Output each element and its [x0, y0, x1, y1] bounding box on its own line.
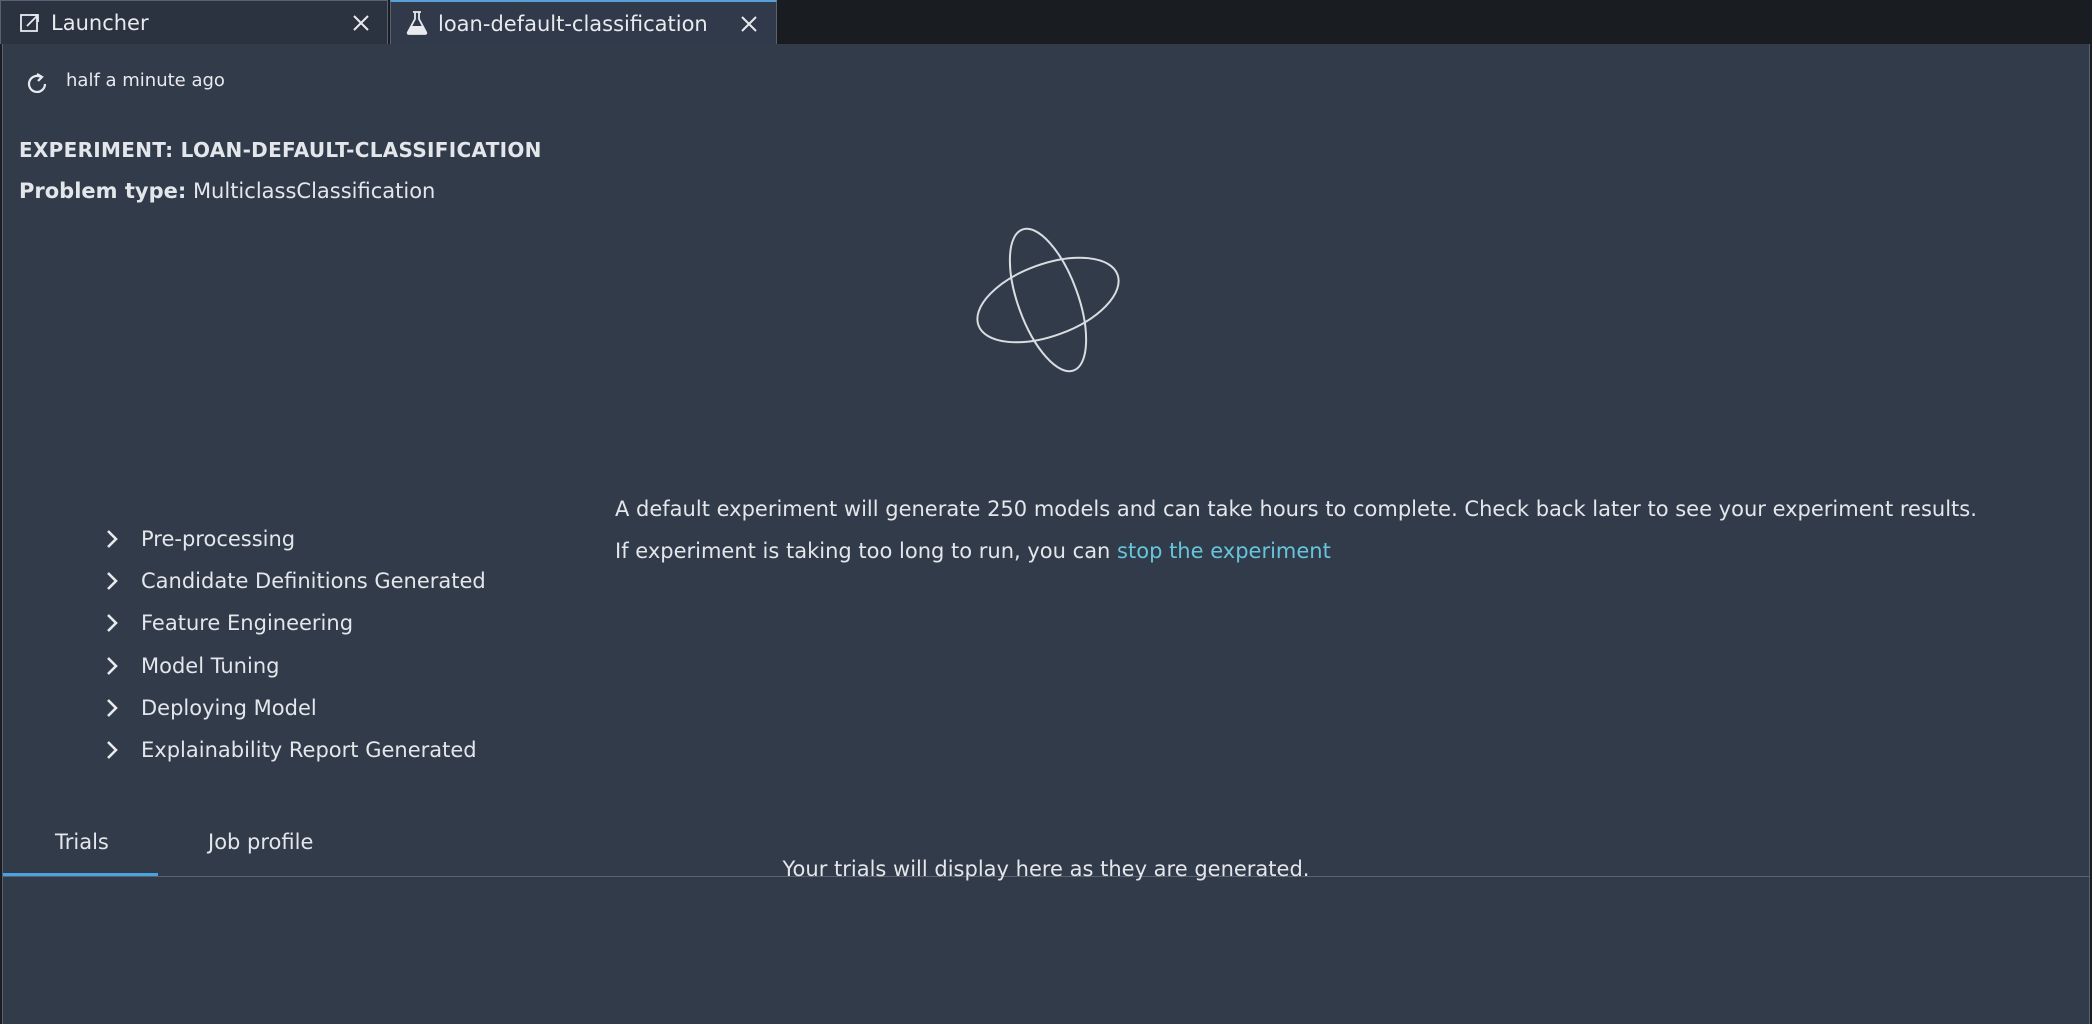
problem-type-label: Problem type: [19, 179, 187, 203]
step-feature-engineering[interactable]: Feature Engineering [103, 608, 583, 638]
step-candidate-definitions[interactable]: Candidate Definitions Generated [103, 566, 583, 596]
problem-type-value: MulticlassClassification [192, 179, 436, 203]
step-label: Model Tuning [141, 654, 280, 678]
step-label: Explainability Report Generated [141, 738, 477, 762]
step-label: Candidate Definitions Generated [141, 569, 486, 593]
tab-launcher[interactable]: Launcher [0, 0, 388, 44]
chevron-right-icon [107, 741, 118, 759]
close-icon[interactable] [351, 13, 371, 33]
tab-launcher-label: Launcher [51, 11, 149, 35]
chevron-right-icon [107, 657, 118, 675]
chevron-right-icon [107, 699, 118, 717]
step-label: Deploying Model [141, 696, 317, 720]
experiment-info-text: A default experiment will generate 250 m… [615, 497, 1977, 521]
stop-experiment-link[interactable]: stop the experiment [1117, 539, 1331, 563]
step-label: Pre-processing [141, 527, 296, 551]
step-pre-processing[interactable]: Pre-processing [103, 524, 583, 554]
tab-bar: Launcher loan-default-classification [0, 0, 2092, 44]
tab-active-label: loan-default-classification [438, 12, 708, 36]
last-refreshed-text: half a minute ago [66, 70, 225, 91]
tab-trials[interactable]: Trials [55, 830, 109, 854]
step-model-tuning[interactable]: Model Tuning [103, 651, 583, 681]
problem-type: Problem type: MulticlassClassification [19, 179, 435, 203]
stop-experiment-text: If experiment is taking too long to run,… [615, 539, 1331, 563]
close-icon[interactable] [739, 14, 759, 34]
experiment-title: EXPERIMENT: LOAN-DEFAULT-CLASSIFICATION [19, 138, 542, 162]
external-link-icon [20, 14, 39, 32]
step-deploying-model[interactable]: Deploying Model [103, 693, 583, 723]
chevron-right-icon [107, 530, 118, 548]
experiment-panel: half a minute ago EXPERIMENT: LOAN-DEFAU… [2, 44, 2090, 1024]
flask-icon [406, 11, 428, 35]
chevron-right-icon [107, 614, 118, 632]
step-label: Feature Engineering [141, 611, 354, 635]
tab-loan-default-classification[interactable]: loan-default-classification [390, 0, 777, 44]
step-explainability-report[interactable]: Explainability Report Generated [103, 735, 583, 765]
chevron-right-icon [107, 572, 118, 590]
loading-spinner-icon [976, 227, 1120, 373]
stop-experiment-prefix: If experiment is taking too long to run,… [615, 539, 1118, 563]
trials-empty-message: Your trials will display here as they ar… [782, 857, 1310, 881]
tab-job-profile[interactable]: Job profile [208, 830, 313, 854]
refresh-icon[interactable] [23, 70, 51, 98]
